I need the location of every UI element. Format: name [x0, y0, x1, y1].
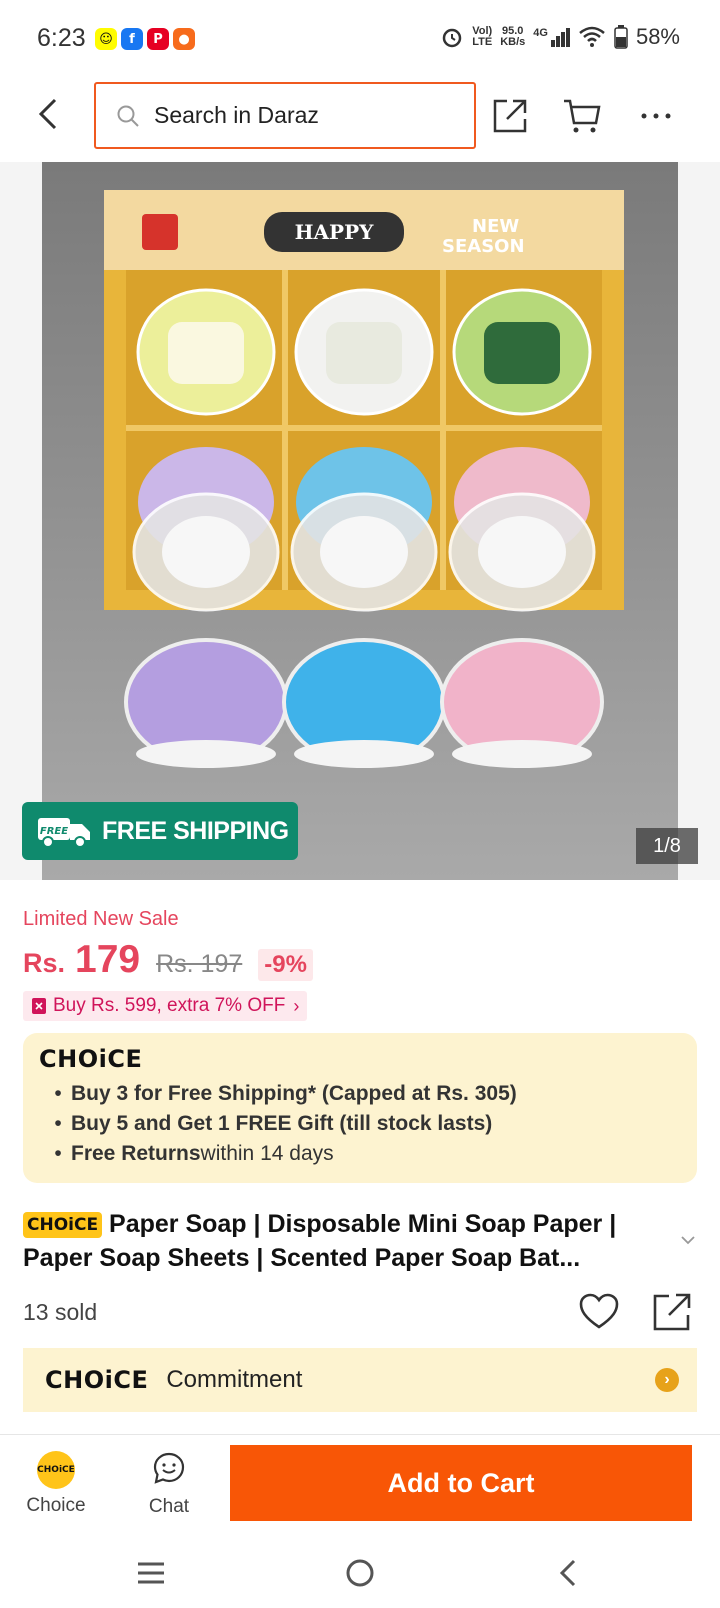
svg-text:SEASON: SEASON	[442, 236, 525, 257]
status-time: 6:23	[37, 24, 86, 52]
volte-indicator: Vol) LTE	[472, 25, 493, 48]
chevron-left-icon	[38, 98, 57, 130]
home-circle-icon	[346, 1559, 374, 1587]
chevron-left-icon	[559, 1559, 576, 1587]
back-button[interactable]	[30, 96, 66, 132]
list-item: • Free Returns within 14 days	[54, 1142, 334, 1165]
choice-bullet-list: • Buy 3 for Free Shipping* (Capped at Rs.…	[39, 1079, 681, 1169]
add-to-cart-button[interactable]: Add to Cart	[230, 1445, 692, 1521]
delivery-truck-icon: FREE	[38, 818, 90, 848]
search-icon	[117, 105, 139, 127]
choice-logo: CHOiCE	[39, 1045, 143, 1073]
search-placeholder: Search in Daraz	[154, 102, 319, 128]
choice-logo: CHOiCE	[45, 1366, 149, 1394]
price-row: Rs. 179 Rs. 197 -9%	[23, 938, 313, 982]
choice-commitment[interactable]: CHOiCE Commitment ›	[23, 1348, 697, 1412]
choice-tab-button[interactable]: CHOiCE Choice	[16, 1451, 96, 1517]
choice-badge-icon: CHOiCE	[37, 1451, 75, 1489]
status-indicators: Vol) LTE 95.0 KB/s 4G 58%	[440, 24, 680, 50]
product-photo-illustration: HAPPY NEW SEASON	[42, 162, 678, 880]
battery-icon	[614, 25, 628, 49]
free-badge-text: FREE	[40, 826, 68, 837]
facebook-icon: f	[121, 28, 143, 50]
price-currency: Rs.	[23, 948, 66, 978]
free-shipping-badge: FREE FREE SHIPPING	[22, 802, 298, 860]
pinterest-icon: P	[147, 28, 169, 50]
list-item: • Buy 3 for Free Shipping* (Capped at Rs.…	[54, 1082, 517, 1105]
list-item: • Buy 5 and Get 1 FREE Gift (till stock l…	[54, 1112, 493, 1135]
share-button[interactable]	[488, 94, 532, 138]
commitment-label: Commitment	[166, 1366, 303, 1393]
sale-label: Limited New Sale	[23, 908, 179, 930]
chevron-down-icon[interactable]	[678, 1230, 698, 1250]
discount-badge: -9%	[258, 949, 313, 981]
choice-benefits[interactable]: CHOiCE • Buy 3 for Free Shipping* (Capped…	[23, 1033, 697, 1183]
alarm-icon	[442, 28, 462, 48]
system-back-button[interactable]	[550, 1556, 584, 1590]
top-header: Search in Daraz	[0, 80, 720, 162]
share-icon	[493, 99, 527, 133]
svg-text:HAPPY: HAPPY	[295, 220, 374, 244]
choice-label: Choice	[26, 1495, 86, 1516]
signal-icon: 4G	[533, 27, 570, 47]
bottom-action-bar: CHOiCE Choice Chat Add to Cart	[0, 1434, 720, 1534]
free-shipping-label: FREE SHIPPING	[102, 816, 289, 845]
promo-text: Buy Rs. 599, extra 7% OFF	[53, 995, 286, 1016]
recent-apps-button[interactable]	[134, 1556, 168, 1590]
more-options-button[interactable]	[634, 94, 678, 138]
home-button[interactable]	[343, 1556, 377, 1590]
sold-count: 13 sold	[23, 1299, 98, 1325]
svg-text:NEW: NEW	[472, 216, 519, 237]
system-nav-bar	[0, 1534, 720, 1608]
voucher-icon	[32, 998, 46, 1014]
status-bar: 6:23 ☺ f P ● Vol) LTE 95.0 KB/s 4G 58%	[0, 0, 720, 80]
snapchat-icon: ☺	[95, 28, 117, 50]
wishlist-heart-icon[interactable]	[578, 1291, 620, 1333]
chat-label: Chat	[148, 1496, 190, 1517]
chat-icon	[153, 1452, 185, 1484]
share-icon[interactable]	[651, 1291, 693, 1333]
notification-icons: ☺ f P ●	[95, 28, 195, 50]
promo-voucher[interactable]: Buy Rs. 599, extra 7% OFF ›	[23, 991, 308, 1021]
product-image[interactable]: HAPPY NEW SEASON	[42, 162, 678, 880]
chat-button[interactable]: Chat	[129, 1451, 209, 1518]
cart-icon	[564, 99, 601, 133]
battery-percent: 58%	[635, 24, 680, 49]
wifi-icon	[579, 26, 605, 47]
search-input[interactable]: Search in Daraz	[94, 82, 476, 149]
original-price: Rs. 197	[156, 950, 243, 978]
product-title-text: Paper Soap | Disposable Mini Soap Paper …	[23, 1210, 617, 1272]
menu-icon	[138, 1562, 164, 1584]
cart-button[interactable]	[560, 94, 604, 138]
app-icon: ●	[173, 28, 195, 50]
choice-tag: CHOiCE	[23, 1212, 103, 1238]
product-gallery[interactable]: HAPPY NEW SEASON FREE FREE SHIPPING 1/8	[0, 162, 720, 880]
product-title[interactable]: CHOiCE Paper Soap | Disposable Mini Soap…	[23, 1207, 673, 1275]
chevron-right-icon: ›	[655, 1368, 679, 1392]
chevron-right-icon: ›	[293, 995, 300, 1016]
price-value: 179	[75, 938, 141, 981]
image-counter: 1/8	[636, 828, 698, 864]
more-icon	[641, 113, 671, 119]
network-speed: 95.0 KB/s	[500, 25, 526, 48]
